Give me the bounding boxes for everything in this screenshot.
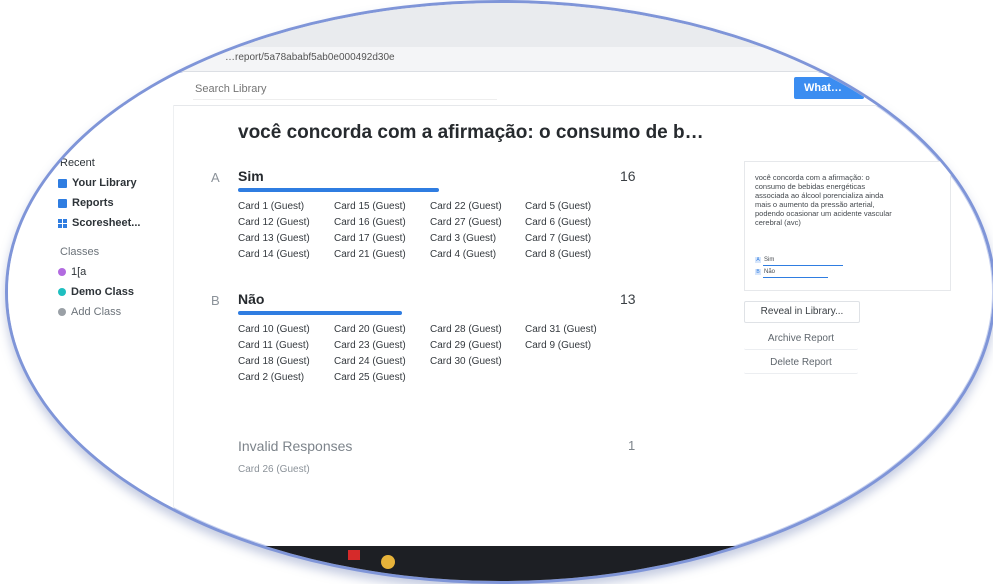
- sidebar-item-label: Scoresheet...: [72, 217, 141, 229]
- preview-option-letter: B: [755, 269, 761, 275]
- reveal-in-library-button[interactable]: Reveal in Library...: [744, 301, 860, 323]
- response-card: Card 10 (Guest): [238, 324, 310, 335]
- sidebar-item-reports[interactable]: Reports: [58, 197, 114, 209]
- response-card: Card 1 (Guest): [238, 201, 305, 212]
- response-card: Card 18 (Guest): [238, 356, 310, 367]
- browser-tab-strip: [8, 3, 993, 47]
- response-card: Card 7 (Guest): [525, 233, 592, 244]
- response-card: Card 25 (Guest): [334, 372, 406, 383]
- taskbar-app-icon[interactable]: [348, 550, 360, 560]
- add-class-button[interactable]: Add Class: [58, 306, 121, 318]
- screen: …report/5a78ababf5ab0e000492d30e What… R…: [8, 3, 993, 581]
- response-card: Card 16 (Guest): [334, 217, 406, 228]
- preview-bar: [763, 265, 843, 266]
- response-card: Card 31 (Guest): [525, 324, 597, 335]
- sidebar-item-recent[interactable]: Recent: [58, 157, 95, 169]
- taskbar: [8, 546, 993, 581]
- response-card: Card 9 (Guest): [525, 340, 592, 351]
- response-card: Card 24 (Guest): [334, 356, 406, 367]
- option-letter: B: [211, 293, 220, 308]
- delete-report-button[interactable]: Delete Report: [744, 353, 858, 374]
- response-bar: [238, 188, 439, 192]
- sidebar-item-library[interactable]: Your Library: [58, 177, 137, 189]
- response-card: Card 22 (Guest): [430, 201, 502, 212]
- sidebar-item-label: Demo Class: [71, 286, 134, 298]
- option-label: Não: [238, 291, 265, 307]
- response-card: Card 23 (Guest): [334, 340, 406, 351]
- search-input[interactable]: [193, 79, 497, 100]
- preview-bar: [763, 277, 828, 278]
- preview-option: B Não: [755, 269, 775, 275]
- oval-vignette: …report/5a78ababf5ab0e000492d30e What… R…: [5, 0, 993, 584]
- address-url[interactable]: …report/5a78ababf5ab0e000492d30e: [225, 52, 395, 63]
- sidebar-item-label: Reports: [72, 197, 114, 209]
- report-icon: [58, 198, 67, 208]
- invalid-responses-count: 1: [628, 438, 636, 453]
- option-count: 16: [620, 168, 636, 184]
- grid-icon: [58, 218, 67, 228]
- response-card: Card 30 (Guest): [430, 356, 502, 367]
- sidebar-item-label: Add Class: [71, 306, 122, 318]
- class-dot-icon: [58, 288, 66, 296]
- response-card: Card 21 (Guest): [334, 249, 406, 260]
- response-card: Card 8 (Guest): [525, 249, 592, 260]
- class-dot-icon: [58, 268, 66, 276]
- response-card: Card 5 (Guest): [525, 201, 592, 212]
- report-title: você concorda com a afirmação: o consumo…: [238, 122, 704, 143]
- preview-option: A Sim: [755, 257, 774, 263]
- response-card: Card 29 (Guest): [430, 340, 502, 351]
- whats-new-button[interactable]: What…: [794, 77, 864, 99]
- option-letter: A: [211, 170, 220, 185]
- question-preview-text: você concorda com a afirmação: o consumo…: [755, 173, 892, 227]
- add-icon: [58, 308, 66, 316]
- address-bar[interactable]: [8, 47, 993, 72]
- sidebar: [8, 105, 174, 575]
- classes-header: Classes: [60, 246, 100, 258]
- archive-report-button[interactable]: Archive Report: [744, 329, 858, 350]
- response-card: Card 20 (Guest): [334, 324, 406, 335]
- response-card: Card 17 (Guest): [334, 233, 406, 244]
- response-card: Card 3 (Guest): [430, 233, 497, 244]
- sidebar-item-label: Recent: [60, 157, 95, 169]
- preview-option-label: Sim: [764, 257, 775, 263]
- sidebar-item-label: Your Library: [72, 177, 137, 189]
- response-card: Card 12 (Guest): [238, 217, 310, 228]
- response-card: Card 11 (Guest): [238, 340, 309, 351]
- invalid-responses-label: Invalid Responses: [238, 438, 353, 454]
- sidebar-item-class-1a[interactable]: 1[a: [58, 266, 86, 278]
- response-card: Card 28 (Guest): [430, 324, 502, 335]
- sidebar-item-label: 1[a: [71, 266, 87, 278]
- preview-option-label: Não: [764, 269, 776, 275]
- preview-option-letter: A: [755, 257, 761, 263]
- sidebar-item-demo-class[interactable]: Demo Class: [58, 286, 134, 298]
- response-bar: [238, 311, 402, 315]
- response-card: Card 6 (Guest): [525, 217, 592, 228]
- response-card: Card 26 (Guest): [238, 464, 310, 475]
- option-count: 13: [620, 291, 636, 307]
- response-card: Card 4 (Guest): [430, 249, 497, 260]
- taskbar-app-icon[interactable]: [381, 555, 395, 569]
- response-card: Card 27 (Guest): [430, 217, 502, 228]
- response-card: Card 2 (Guest): [238, 372, 305, 383]
- response-card: Card 15 (Guest): [334, 201, 406, 212]
- library-icon: [58, 178, 67, 188]
- response-card: Card 14 (Guest): [238, 249, 310, 260]
- response-card: Card 13 (Guest): [238, 233, 310, 244]
- sidebar-item-scoresheet[interactable]: Scoresheet...: [58, 217, 140, 229]
- option-label: Sim: [238, 168, 264, 184]
